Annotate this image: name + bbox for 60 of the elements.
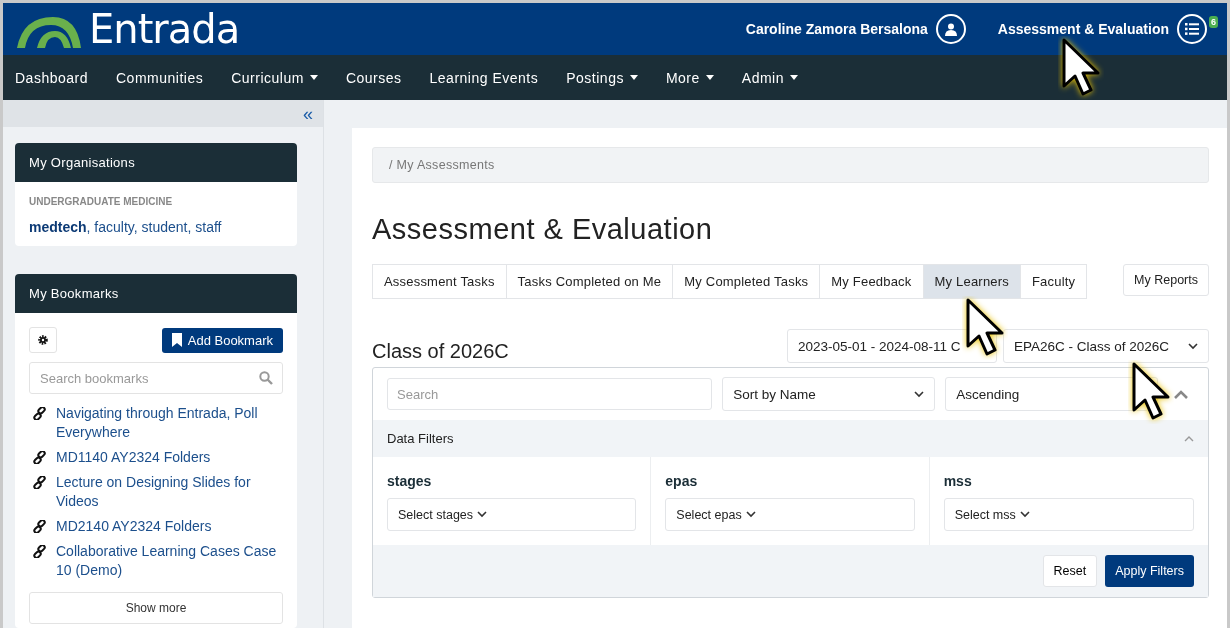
class-title: Class of 2026C [372,339,510,363]
show-more-button[interactable]: Show more [29,592,283,625]
apply-filters-button[interactable]: Apply Filters [1105,555,1194,587]
bookmark-link[interactable]: Collaborative Learning Cases Case 10 (Demo) [56,542,283,581]
nav-item[interactable]: More [663,69,728,86]
bookmark-link[interactable]: MD2140 AY2324 Folders [56,517,212,537]
logo-text[interactable]: Entrada [89,9,240,49]
nav-item[interactable]: Communities [114,69,218,86]
card-header: My Bookmarks [15,274,297,314]
chevron-down-icon [745,511,756,518]
organisation-category: UNDERGRADUATE MEDICINE [29,196,174,208]
chevron-down-icon [477,511,488,518]
bookmark-link[interactable]: Navigating through Entrada, Poll Everywhere [56,404,283,443]
link-icon [33,407,46,421]
filter-select[interactable]: Select epas [665,498,915,531]
settings-icon[interactable] [29,327,57,354]
date-range-select[interactable]: 2023-05-01 - 2024-08-11 C [787,329,997,363]
user-name[interactable]: Caroline Zamora Bersalona [745,21,928,37]
filter-select[interactable]: Select mss [943,498,1194,531]
nav-item[interactable]: Learning Events [427,69,553,86]
nav-item[interactable]: Curriculum [229,69,332,86]
card-header: My Organisations [15,143,297,183]
chevron-down-icon [1019,511,1030,518]
nav-item[interactable]: Postings [564,69,652,86]
user-icon[interactable] [935,14,966,44]
collapse-button[interactable]: « [303,104,313,123]
filter-label: epas [665,473,699,489]
chevron-up-icon[interactable] [1184,435,1194,442]
breadcrumb[interactable]: / My Assessments [372,147,1209,183]
link-icon [33,520,46,534]
nav-item[interactable]: Dashboard [13,69,102,86]
filter-label: stages [387,473,433,489]
arch-logo-icon [15,15,83,49]
search-icon [259,371,273,386]
reset-button[interactable]: Reset [1042,555,1098,587]
order-select[interactable]: Ascending [945,377,1158,411]
page-title: Assessment & Evaluation [372,213,714,246]
filters-title: Data Filters [387,431,454,446]
tab[interactable]: My Learners [923,265,1021,298]
app-name[interactable]: Assessment & Evaluation [997,21,1169,37]
chevron-down-icon [914,390,925,398]
bookmark-icon [171,333,182,348]
search-field[interactable]: Search [387,378,713,410]
link-icon [33,545,46,559]
search-field[interactable]: Search bookmarks [29,362,283,395]
add-bookmark-button[interactable]: Add Bookmark [161,327,283,353]
filter-label: mss [943,473,973,489]
organisation-groups: medtech, faculty, student, staff [29,219,283,236]
nav-item[interactable]: Admin [739,69,812,86]
nav-item[interactable]: Courses [343,69,416,86]
filter-select[interactable]: Select stages [387,498,637,531]
link-icon [33,451,46,465]
list-icon[interactable] [1177,14,1207,44]
sort-select[interactable]: Sort by Name [722,377,936,411]
my-reports-button[interactable]: My Reports [1123,264,1209,296]
bookmark-link[interactable]: MD1140 AY2324 Folders [56,448,211,468]
notification-badge: 6 [1209,16,1218,28]
chevron-down-icon [1188,342,1198,350]
link-icon [33,476,46,490]
bookmark-link[interactable]: Lecture on Designing Slides for Videos [56,473,283,512]
